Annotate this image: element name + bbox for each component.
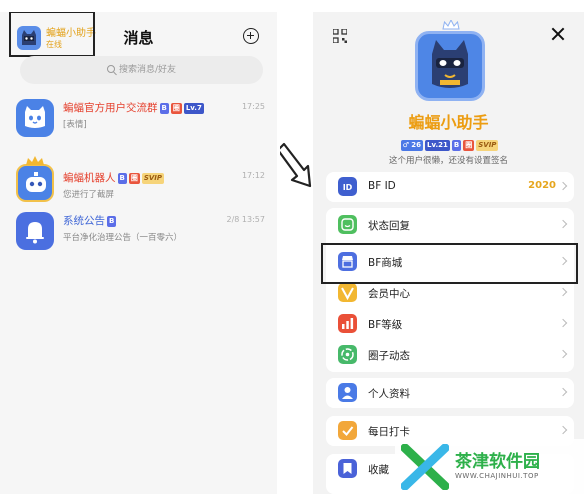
chevron-right-icon bbox=[558, 318, 568, 328]
menu-item-profile[interactable]: 个人资料 bbox=[326, 378, 574, 408]
menu-item-circle-feed[interactable]: 圈子动态 bbox=[326, 340, 574, 370]
bookmark-icon bbox=[338, 459, 357, 478]
chat-item-robot[interactable]: 蝙蝠机器人 B 圈 SVIP 您进行了截屏 17:12 bbox=[0, 156, 277, 218]
badge-circle: 圈 bbox=[128, 173, 140, 184]
chat-time: 17:12 bbox=[241, 171, 265, 180]
messages-screen: 蝙蝠小助手 在线 消息 搜索消息/好友 蝙蝠官方用户交流群 B 圈 Lv.7 [表情]… bbox=[0, 12, 277, 494]
id-card-icon: ID bbox=[338, 177, 357, 196]
search-icon bbox=[106, 65, 115, 73]
badge-svip: SVIP bbox=[141, 173, 165, 184]
crown-icon bbox=[442, 20, 460, 30]
bf-id-value: 2020 bbox=[528, 180, 556, 191]
checkin-icon bbox=[338, 421, 357, 440]
menu-label: 个人资料 bbox=[368, 388, 410, 400]
badge-gender-age: ♂ 26 bbox=[400, 140, 424, 151]
menu-card: 状态回复 BF商城 会员中心 BF等级 圈子动态 bbox=[326, 208, 574, 372]
bell-avatar bbox=[16, 212, 54, 250]
chat-item-official-group[interactable]: 蝙蝠官方用户交流群 B 圈 Lv.7 [表情] 17:25 bbox=[0, 99, 277, 157]
menu-item-bf-level[interactable]: BF等级 bbox=[326, 309, 574, 339]
robot-avatar bbox=[16, 164, 54, 202]
menu-label: 每日打卡 bbox=[368, 426, 410, 438]
profile-name: 蝙蝠小助手 bbox=[408, 113, 489, 132]
chevron-right-icon bbox=[558, 287, 568, 297]
watermark-text: 茶津软件园 bbox=[455, 452, 540, 472]
profile-badges: ♂ 26 Lv.21 B 圈 SVIP bbox=[313, 133, 584, 152]
chat-preview: [表情] bbox=[63, 120, 87, 130]
circle-feed-icon bbox=[338, 345, 357, 364]
profile-signature: 这个用户很懒，还没有设置签名 bbox=[388, 156, 508, 166]
search-input[interactable]: 搜索消息/好友 bbox=[20, 56, 263, 84]
badge-b: B bbox=[159, 103, 169, 114]
add-button[interactable] bbox=[243, 28, 259, 44]
badge-b: B bbox=[451, 140, 462, 151]
chat-name: 系统公告 B bbox=[63, 215, 117, 227]
badge-b: B bbox=[117, 173, 127, 184]
watermark-logo-icon bbox=[401, 444, 449, 490]
menu-label: 会员中心 bbox=[368, 288, 410, 300]
highlight-box-bf-mall bbox=[321, 243, 578, 284]
menu-label: 状态回复 bbox=[368, 220, 410, 232]
badge-svip: SVIP bbox=[476, 140, 499, 151]
svg-text:ID: ID bbox=[343, 183, 353, 192]
crown-icon bbox=[26, 156, 44, 165]
chevron-right-icon bbox=[558, 181, 568, 191]
level-chart-icon bbox=[338, 314, 357, 333]
chat-time: 17:25 bbox=[241, 102, 265, 111]
group-avatar bbox=[16, 99, 54, 137]
chevron-right-icon bbox=[558, 349, 568, 359]
menu-item-bf-id[interactable]: ID BF ID 2020 bbox=[326, 172, 574, 202]
vip-icon bbox=[338, 283, 357, 302]
bf-id-card: ID BF ID 2020 bbox=[326, 172, 574, 202]
qr-code-icon[interactable] bbox=[333, 29, 347, 43]
smile-icon bbox=[338, 215, 357, 234]
menu-label: BF ID bbox=[368, 180, 396, 192]
watermark: 茶津软件园 WWW.CHAJINHUI.TOP bbox=[395, 439, 584, 494]
chat-item-system-notice[interactable]: 系统公告 B 平台净化治理公告（一百零六） 2/8 13:57 bbox=[0, 212, 277, 270]
search-placeholder: 搜索消息/好友 bbox=[118, 65, 177, 75]
profile-info-card: 个人资料 bbox=[326, 378, 574, 408]
chat-preview: 您进行了截屏 bbox=[63, 190, 115, 200]
chevron-right-icon bbox=[558, 387, 568, 397]
profile-avatar[interactable] bbox=[415, 31, 485, 101]
badge-circle: 圈 bbox=[170, 103, 182, 114]
close-icon[interactable] bbox=[551, 27, 565, 41]
badge-level: Lv.7 bbox=[183, 103, 204, 114]
chat-time: 2/8 13:57 bbox=[226, 215, 265, 224]
messages-header: 蝙蝠小助手 在线 消息 搜索消息/好友 bbox=[0, 12, 277, 102]
arrow-icon bbox=[280, 142, 312, 188]
watermark-url: WWW.CHAJINHUI.TOP bbox=[455, 472, 539, 480]
menu-label: 收藏 bbox=[368, 464, 389, 476]
menu-label: BF等级 bbox=[368, 319, 403, 331]
chat-name: 蝙蝠官方用户交流群 B 圈 Lv.7 bbox=[63, 102, 204, 114]
badge-b: B bbox=[107, 216, 117, 227]
badge-circle: 圈 bbox=[463, 140, 475, 151]
chevron-right-icon bbox=[558, 425, 568, 435]
menu-label: 圈子动态 bbox=[368, 350, 410, 362]
menu-item-status-reply[interactable]: 状态回复 bbox=[326, 210, 574, 240]
chat-name: 蝙蝠机器人 B 圈 SVIP bbox=[63, 172, 165, 184]
page-title: 消息 bbox=[123, 29, 154, 47]
chat-preview: 平台净化治理公告（一百零六） bbox=[63, 233, 183, 243]
chevron-right-icon bbox=[558, 219, 568, 229]
person-icon bbox=[338, 383, 357, 402]
badge-level: Lv.21 bbox=[425, 140, 450, 151]
